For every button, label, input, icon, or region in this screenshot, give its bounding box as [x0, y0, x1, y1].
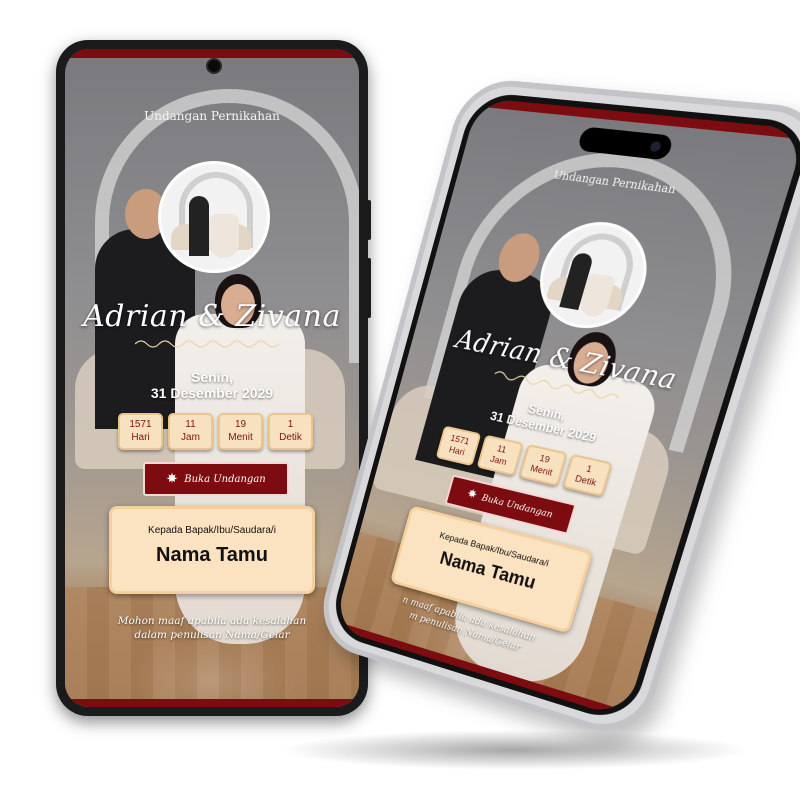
apology-line-1: Mohon maaf apabila ada kesalahan: [117, 615, 307, 627]
countdown-value: 1: [287, 419, 294, 430]
event-day: Senin,: [190, 369, 233, 385]
maple-leaf-icon: [166, 472, 178, 487]
open-invitation-label-2: Buka Undangan: [480, 492, 555, 520]
countdown-unit: Detik: [279, 431, 302, 443]
countdown: 1571 Hari 11 Jam 19 Menit 1 Detik: [118, 413, 313, 450]
countdown-value: 19: [234, 419, 247, 430]
countdown-unit: Jam: [181, 431, 200, 443]
invitation-screen: Undangan Pernikahan Adrian & Zivana Seni…: [65, 49, 359, 707]
circle-groom: [189, 196, 209, 256]
countdown-value: 1571: [129, 419, 152, 430]
countdown-minutes: 19 Menit: [218, 413, 263, 450]
countdown-value: 11: [185, 419, 196, 430]
open-invitation-label: Buka Undangan: [184, 473, 266, 485]
couple-photo-circle: [158, 161, 270, 273]
phone-shadow: [280, 730, 750, 770]
camera-lens: [648, 140, 663, 153]
guest-card: Kepada Bapak/Ibu/Saudara/i Nama Tamu: [109, 506, 315, 594]
iphone-mockup: Undangan Pernikahan Adrian & Zivana Seni…: [312, 76, 800, 745]
maple-leaf-icon: [465, 487, 478, 502]
apology-line-2: dalam penulisan Nama/Gelar: [134, 629, 290, 642]
event-full-date: 31 Desember 2029: [150, 385, 274, 402]
open-invitation-button[interactable]: Buka Undangan: [143, 462, 289, 496]
decorative-squiggle: [135, 340, 280, 348]
apology-note: Mohon maaf apabila ada kesalahan dalam p…: [65, 614, 359, 642]
circle-bride: [209, 214, 239, 258]
top-accent-bar: [65, 49, 359, 58]
android-phone: Undangan Pernikahan Adrian & Zivana Seni…: [56, 40, 371, 716]
event-date: Senin, 31 Desember 2029: [65, 369, 359, 401]
countdown-hours: 11 Jam: [168, 413, 213, 450]
mockup-stage: Undangan Pernikahan Adrian & Zivana Seni…: [0, 0, 800, 800]
countdown-days: 1571 Hari: [118, 413, 163, 450]
guest-salutation: Kepada Bapak/Ibu/Saudara/i: [148, 525, 276, 536]
bottom-accent-bar: [65, 699, 359, 707]
guest-name: Nama Tamu: [156, 544, 268, 566]
countdown-unit: Hari: [131, 431, 150, 443]
invitation-header: Undangan Pernikahan: [144, 109, 280, 123]
countdown-seconds: 1 Detik: [268, 413, 313, 450]
couple-names: Adrian & Zivana: [83, 299, 341, 334]
countdown-unit: Menit: [228, 431, 253, 443]
front-camera: [206, 58, 222, 74]
iphone-frame: Undangan Pernikahan Adrian & Zivana Seni…: [312, 76, 800, 745]
invitation-screen-2: Undangan Pernikahan Adrian & Zivana Seni…: [333, 97, 800, 719]
